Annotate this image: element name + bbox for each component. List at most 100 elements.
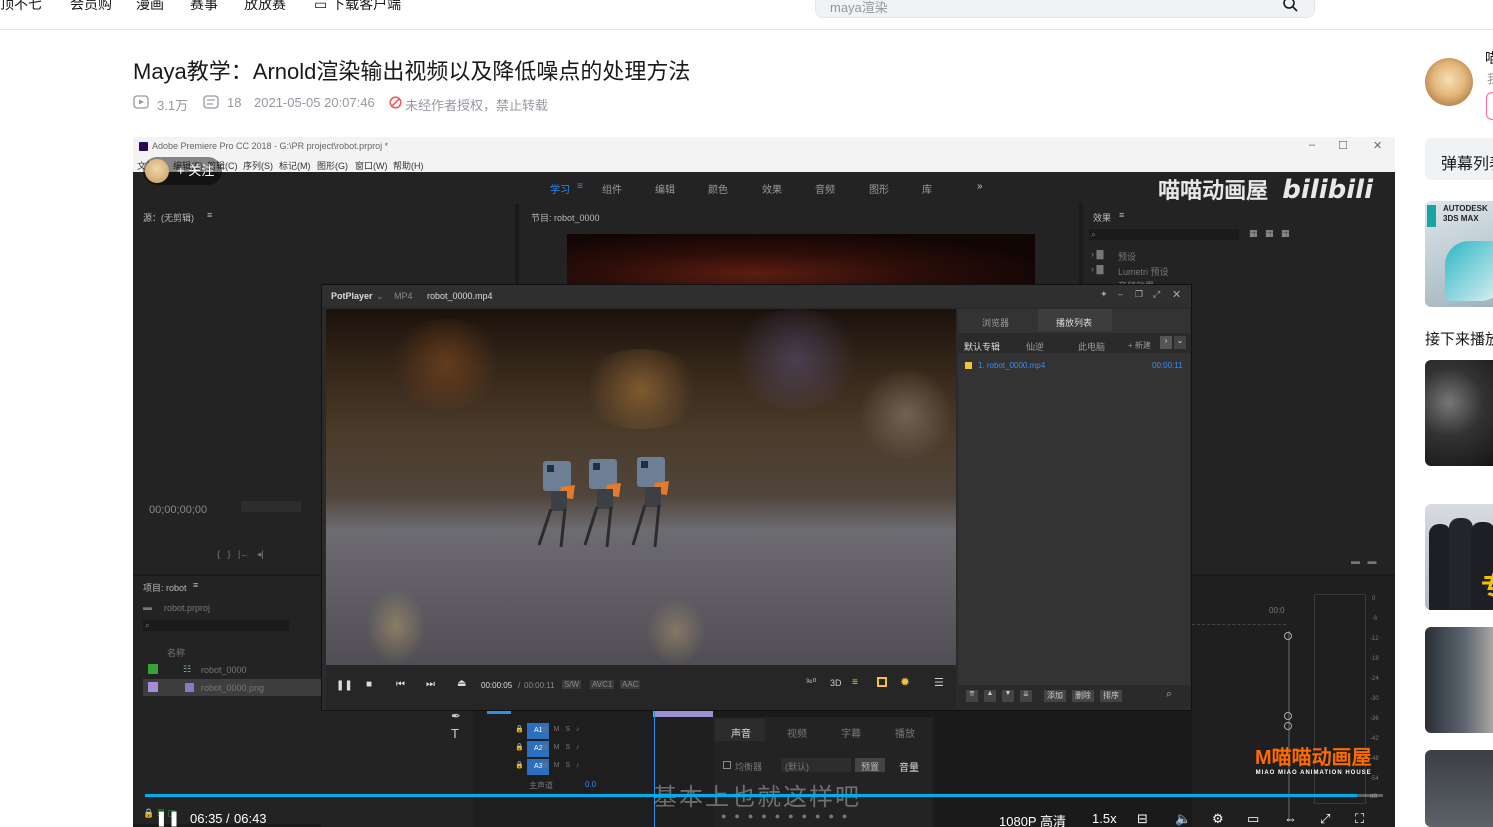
ws-effects[interactable]: 效果	[762, 181, 782, 196]
scroll-handle[interactable]	[1284, 712, 1292, 720]
menu-help[interactable]: 帮助(H)	[393, 159, 424, 172]
pp-subtab-new[interactable]: + 新建	[1128, 340, 1151, 351]
effects-menu-icon[interactable]: ≡	[1119, 210, 1124, 220]
effects-search-input[interactable]	[1089, 229, 1239, 240]
pp-tab-playlist[interactable]: 播放列表	[1056, 316, 1092, 329]
track-controls[interactable]: 🔒 ▤ M S ♪	[515, 761, 579, 769]
ws-graphics[interactable]: 图形	[869, 181, 889, 196]
scroll-handle-bottom[interactable]	[1284, 722, 1292, 730]
pp-subtab-computer[interactable]: 此电脑	[1078, 340, 1105, 353]
nav-item-match[interactable]: 赛事	[190, 0, 218, 14]
pp-subtab-next-icon[interactable]: ›	[1160, 336, 1172, 349]
volume-icon[interactable]: 🔈	[1175, 811, 1191, 827]
menu-window[interactable]: 窗口(W)	[355, 159, 388, 172]
project-item-sequence[interactable]: ☷ robot_0000	[143, 661, 321, 678]
mixer-tab-play[interactable]: 播放	[895, 725, 915, 740]
transport-marks[interactable]: { } |← ◂|	[217, 549, 264, 560]
nav-item-mall[interactable]: 会员购	[70, 0, 112, 14]
ws-edit[interactable]: 编辑	[655, 181, 675, 196]
close-icon[interactable]: ✕	[1373, 139, 1382, 152]
dropdown-icon[interactable]: ⌄	[376, 291, 384, 302]
search-icon[interactable]	[1282, 0, 1298, 12]
pp-settings-icon[interactable]: ✹	[900, 675, 910, 689]
search-bar[interactable]: maya渲染	[815, 0, 1315, 18]
pp-eq-icon[interactable]: ≡	[852, 677, 858, 688]
pp-360-icon[interactable]: ³⁶⁰	[806, 677, 816, 688]
danmaku-list-button[interactable]: 弹幕列表	[1425, 138, 1493, 180]
move-bottom-icon[interactable]: ⇊	[1020, 690, 1032, 702]
pp-prev-icon[interactable]: ⏮	[396, 679, 405, 690]
recommend-thumb-5[interactable]	[1425, 750, 1493, 827]
recommend-thumb-2[interactable]	[1425, 360, 1493, 466]
recommend-thumb-4[interactable]	[1425, 627, 1493, 733]
widescreen-icon[interactable]: ⇔	[1284, 811, 1297, 826]
track-controls[interactable]: 🔒 ▤ M S ♪	[515, 743, 579, 751]
minimize-icon[interactable]: –	[1309, 139, 1315, 151]
panel-menu-icon[interactable]: ≡	[207, 210, 212, 220]
ws-color[interactable]: 颜色	[708, 181, 728, 196]
pp-3d-icon[interactable]: 3D	[830, 678, 842, 688]
quality-button[interactable]: 1080P 高清	[999, 811, 1066, 827]
pp-stop-icon[interactable]: ■	[366, 679, 372, 690]
effects-filter-icons[interactable]: ▦ ▦ ▦	[1249, 228, 1290, 239]
menu-graphics[interactable]: 图形(G)	[317, 159, 348, 172]
video-progress-bar[interactable]	[145, 794, 1383, 797]
recommend-thumb-1[interactable]: AUTODESK 3DS MAX	[1425, 201, 1493, 307]
video-player[interactable]: Adobe Premiere Pro CC 2018 - G:\PR proje…	[133, 137, 1395, 827]
nav-item-comic[interactable]: 漫画	[136, 0, 164, 14]
move-up-icon[interactable]: ▲	[984, 690, 996, 702]
danmaku-toggle-icon[interactable]: ⊟	[1137, 811, 1148, 827]
project-item-image[interactable]: robot_0000.png	[143, 679, 321, 696]
maximize-icon[interactable]: ☐	[1338, 139, 1348, 152]
nav-item-download[interactable]: ▭ 下载客户端	[314, 0, 401, 14]
project-menu-icon[interactable]: ≡	[193, 580, 198, 590]
add-button[interactable]: 添加	[1044, 690, 1066, 702]
mixer-tab-video[interactable]: 视频	[787, 725, 807, 740]
effects-footer-icons[interactable]: ▬ ▬	[1351, 556, 1377, 566]
pen-tool-icon[interactable]: ✒	[451, 709, 461, 723]
mixer-tab-sound[interactable]: 声音	[731, 725, 751, 740]
eq-checkbox[interactable]	[723, 761, 731, 769]
pp-minimize-icon[interactable]: –	[1118, 289, 1123, 299]
move-down-icon[interactable]: ▼	[1002, 690, 1014, 702]
pp-tab-browser[interactable]: 浏览器	[982, 316, 1009, 329]
scroll-handle-top[interactable]	[1284, 632, 1292, 640]
uploader-avatar[interactable]	[1425, 58, 1473, 106]
settings-icon[interactable]: ⚙	[1212, 811, 1224, 827]
fullscreen-icon[interactable]: ⛶	[1355, 811, 1364, 827]
ws-learn[interactable]: 学习	[550, 181, 570, 196]
playlist-search-icon[interactable]: ⌕	[1166, 688, 1172, 701]
ws-library[interactable]: 库	[922, 181, 932, 196]
type-tool-icon[interactable]: T	[451, 726, 459, 741]
pp-menu-icon[interactable]: ☰	[934, 676, 944, 689]
search-input[interactable]: maya渲染	[830, 0, 888, 16]
follow-button[interactable]: + 关注	[143, 157, 223, 185]
ws-assembly[interactable]: 组件	[602, 181, 622, 196]
recommend-thumb-3[interactable]: 专	[1425, 504, 1493, 610]
pp-close-icon[interactable]: ✕	[1172, 288, 1181, 301]
pp-fullscreen-icon[interactable]: ⤢	[1153, 289, 1160, 300]
effects-item-presets[interactable]: 预设	[1118, 250, 1136, 263]
clip-bar[interactable]	[653, 711, 713, 717]
speed-button[interactable]: 1.5x	[1092, 811, 1117, 826]
zoom-select[interactable]	[241, 501, 301, 512]
menu-sequence[interactable]: 序列(S)	[243, 159, 273, 172]
pp-subtab-default[interactable]: 默认专辑	[964, 340, 1000, 353]
ws-audio[interactable]: 音频	[815, 181, 835, 196]
playlist-item[interactable]: 1. robot_0000.mp4 00:00:11	[962, 359, 1188, 373]
menu-marker[interactable]: 标记(M)	[279, 159, 311, 172]
ws-more[interactable]: »	[977, 181, 983, 192]
pause-icon[interactable]: ❚❚	[155, 809, 180, 827]
ws-menu-icon[interactable]: ≡	[577, 181, 583, 192]
pp-subtitle-icon[interactable]	[877, 677, 887, 687]
track-controls[interactable]: 🔒 ▤ M S ♪	[515, 725, 579, 733]
pp-eject-icon[interactable]: ⏏	[457, 678, 466, 689]
sort-button[interactable]: 排序	[1100, 690, 1122, 702]
move-top-icon[interactable]: ⇈	[966, 690, 978, 702]
delete-button[interactable]: 删除	[1072, 690, 1094, 702]
pp-subtab-2[interactable]: 仙逆	[1026, 340, 1044, 353]
nav-item-4[interactable]: 放放赛	[244, 0, 286, 14]
mixer-tab-subtitle[interactable]: 字幕	[841, 725, 861, 740]
potplayer-window[interactable]: PotPlayer ⌄ MP4 robot_0000.mp4 ✦ – ❐ ⤢ ✕	[321, 284, 1192, 711]
pp-restore-icon[interactable]: ❐	[1135, 289, 1143, 300]
